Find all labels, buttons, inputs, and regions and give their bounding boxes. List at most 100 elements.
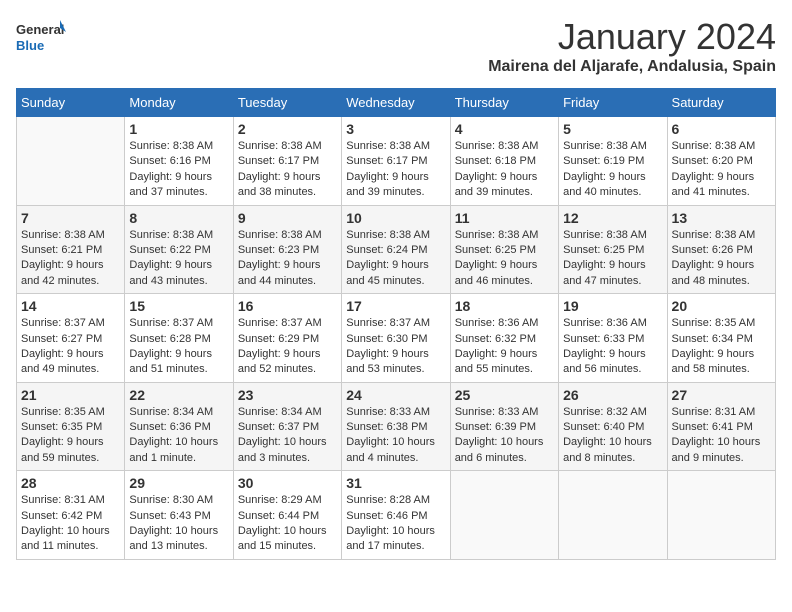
calendar-cell: 1 Sunrise: 8:38 AM Sunset: 6:16 PM Daylig…: [125, 117, 233, 206]
header-monday: Monday: [125, 89, 233, 117]
day-number: 29: [129, 475, 228, 491]
day-info: Sunrise: 8:38 AM Sunset: 6:20 PM Dayligh…: [672, 139, 771, 201]
calendar-cell: 21 Sunrise: 8:35 AM Sunset: 6:35 PM Dayli…: [17, 382, 125, 471]
day-number: 31: [346, 475, 445, 491]
day-info: Sunrise: 8:38 AM Sunset: 6:17 PM Dayligh…: [346, 139, 445, 201]
calendar-cell: 18 Sunrise: 8:36 AM Sunset: 6:32 PM Dayli…: [450, 294, 558, 383]
day-number: 25: [455, 387, 554, 403]
day-number: 21: [21, 387, 120, 403]
day-number: 8: [129, 210, 228, 226]
day-number: 12: [563, 210, 662, 226]
calendar-cell: 17 Sunrise: 8:37 AM Sunset: 6:30 PM Dayli…: [342, 294, 450, 383]
header-sunday: Sunday: [17, 89, 125, 117]
day-number: 7: [21, 210, 120, 226]
day-info: Sunrise: 8:37 AM Sunset: 6:27 PM Dayligh…: [21, 316, 120, 378]
svg-text:Blue: Blue: [16, 38, 44, 53]
day-info: Sunrise: 8:38 AM Sunset: 6:21 PM Dayligh…: [21, 228, 120, 290]
calendar-cell: 28 Sunrise: 8:31 AM Sunset: 6:42 PM Dayli…: [17, 471, 125, 560]
day-number: 5: [563, 121, 662, 137]
calendar-cell: 11 Sunrise: 8:38 AM Sunset: 6:25 PM Dayli…: [450, 205, 558, 294]
calendar-cell: 24Sunrise: 8:33 AM Sunset: 6:38 PM Dayli…: [342, 382, 450, 471]
day-info: Sunrise: 8:36 AM Sunset: 6:32 PM Dayligh…: [455, 316, 554, 378]
calendar-cell: 25Sunrise: 8:33 AM Sunset: 6:39 PM Dayli…: [450, 382, 558, 471]
day-number: 14: [21, 298, 120, 314]
calendar-cell: 9Sunrise: 8:38 AM Sunset: 6:23 PM Daylig…: [233, 205, 341, 294]
day-number: 15: [129, 298, 228, 314]
day-number: 10: [346, 210, 445, 226]
calendar-cell: 30 Sunrise: 8:29 AM Sunset: 6:44 PM Dayli…: [233, 471, 341, 560]
svg-text:General: General: [16, 22, 64, 37]
calendar-cell: 10 Sunrise: 8:38 AM Sunset: 6:24 PM Dayli…: [342, 205, 450, 294]
day-number: 18: [455, 298, 554, 314]
calendar-cell: 2 Sunrise: 8:38 AM Sunset: 6:17 PM Daylig…: [233, 117, 341, 206]
month-title: January 2024: [488, 16, 776, 58]
calendar-cell: 19Sunrise: 8:36 AM Sunset: 6:33 PM Dayli…: [559, 294, 667, 383]
day-number: 17: [346, 298, 445, 314]
calendar-cell: 6 Sunrise: 8:38 AM Sunset: 6:20 PM Daylig…: [667, 117, 775, 206]
day-info: Sunrise: 8:38 AM Sunset: 6:19 PM Dayligh…: [563, 139, 662, 201]
day-number: 22: [129, 387, 228, 403]
day-info: Sunrise: 8:35 AM Sunset: 6:35 PM Dayligh…: [21, 405, 120, 467]
day-info: Sunrise: 8:31 AM Sunset: 6:41 PM Dayligh…: [672, 405, 771, 467]
day-info: Sunrise: 8:36 AM Sunset: 6:33 PM Dayligh…: [563, 316, 662, 378]
page-header: General Blue January 2024 Mairena del Al…: [16, 16, 776, 76]
day-number: 20: [672, 298, 771, 314]
calendar-cell: 29 Sunrise: 8:30 AM Sunset: 6:43 PM Dayli…: [125, 471, 233, 560]
day-info: Sunrise: 8:38 AM Sunset: 6:23 PM Dayligh…: [238, 228, 337, 290]
day-number: 2: [238, 121, 337, 137]
calendar-header: SundayMondayTuesdayWednesdayThursdayFrid…: [17, 89, 776, 117]
calendar-cell: 3 Sunrise: 8:38 AM Sunset: 6:17 PM Daylig…: [342, 117, 450, 206]
day-info: Sunrise: 8:29 AM Sunset: 6:44 PM Dayligh…: [238, 493, 337, 555]
calendar-cell: 16 Sunrise: 8:37 AM Sunset: 6:29 PM Dayli…: [233, 294, 341, 383]
day-info: Sunrise: 8:38 AM Sunset: 6:24 PM Dayligh…: [346, 228, 445, 290]
day-number: 1: [129, 121, 228, 137]
day-number: 6: [672, 121, 771, 137]
calendar-cell: 5 Sunrise: 8:38 AM Sunset: 6:19 PM Daylig…: [559, 117, 667, 206]
header-friday: Friday: [559, 89, 667, 117]
calendar-cell: 15Sunrise: 8:37 AM Sunset: 6:28 PM Dayli…: [125, 294, 233, 383]
day-info: Sunrise: 8:38 AM Sunset: 6:22 PM Dayligh…: [129, 228, 228, 290]
calendar-cell: [559, 471, 667, 560]
day-info: Sunrise: 8:38 AM Sunset: 6:25 PM Dayligh…: [563, 228, 662, 290]
calendar-cell: [17, 117, 125, 206]
day-info: Sunrise: 8:38 AM Sunset: 6:25 PM Dayligh…: [455, 228, 554, 290]
day-info: Sunrise: 8:31 AM Sunset: 6:42 PM Dayligh…: [21, 493, 120, 555]
day-info: Sunrise: 8:37 AM Sunset: 6:29 PM Dayligh…: [238, 316, 337, 378]
day-number: 30: [238, 475, 337, 491]
day-number: 11: [455, 210, 554, 226]
calendar-cell: 20 Sunrise: 8:35 AM Sunset: 6:34 PM Dayli…: [667, 294, 775, 383]
title-block: January 2024 Mairena del Aljarafe, Andal…: [488, 16, 776, 76]
day-number: 26: [563, 387, 662, 403]
day-number: 27: [672, 387, 771, 403]
calendar-cell: 12 Sunrise: 8:38 AM Sunset: 6:25 PM Dayli…: [559, 205, 667, 294]
calendar-cell: [667, 471, 775, 560]
day-info: Sunrise: 8:38 AM Sunset: 6:17 PM Dayligh…: [238, 139, 337, 201]
day-number: 23: [238, 387, 337, 403]
calendar-cell: 14 Sunrise: 8:37 AM Sunset: 6:27 PM Dayli…: [17, 294, 125, 383]
calendar-cell: 23Sunrise: 8:34 AM Sunset: 6:37 PM Dayli…: [233, 382, 341, 471]
day-info: Sunrise: 8:34 AM Sunset: 6:36 PM Dayligh…: [129, 405, 228, 467]
day-info: Sunrise: 8:37 AM Sunset: 6:30 PM Dayligh…: [346, 316, 445, 378]
day-number: 3: [346, 121, 445, 137]
day-number: 4: [455, 121, 554, 137]
calendar-cell: 8 Sunrise: 8:38 AM Sunset: 6:22 PM Daylig…: [125, 205, 233, 294]
day-number: 16: [238, 298, 337, 314]
calendar-cell: 26 Sunrise: 8:32 AM Sunset: 6:40 PM Dayli…: [559, 382, 667, 471]
calendar-cell: 7 Sunrise: 8:38 AM Sunset: 6:21 PM Daylig…: [17, 205, 125, 294]
day-info: Sunrise: 8:35 AM Sunset: 6:34 PM Dayligh…: [672, 316, 771, 378]
day-number: 28: [21, 475, 120, 491]
logo-icon: General Blue: [16, 16, 66, 60]
day-info: Sunrise: 8:38 AM Sunset: 6:18 PM Dayligh…: [455, 139, 554, 201]
day-number: 24: [346, 387, 445, 403]
day-info: Sunrise: 8:38 AM Sunset: 6:16 PM Dayligh…: [129, 139, 228, 201]
location-title: Mairena del Aljarafe, Andalusia, Spain: [488, 58, 776, 76]
day-number: 13: [672, 210, 771, 226]
logo: General Blue: [16, 16, 66, 60]
day-info: Sunrise: 8:30 AM Sunset: 6:43 PM Dayligh…: [129, 493, 228, 555]
day-info: Sunrise: 8:28 AM Sunset: 6:46 PM Dayligh…: [346, 493, 445, 555]
calendar-cell: 22 Sunrise: 8:34 AM Sunset: 6:36 PM Dayli…: [125, 382, 233, 471]
calendar-cell: 31 Sunrise: 8:28 AM Sunset: 6:46 PM Dayli…: [342, 471, 450, 560]
calendar-cell: 13Sunrise: 8:38 AM Sunset: 6:26 PM Dayli…: [667, 205, 775, 294]
day-info: Sunrise: 8:32 AM Sunset: 6:40 PM Dayligh…: [563, 405, 662, 467]
header-wednesday: Wednesday: [342, 89, 450, 117]
